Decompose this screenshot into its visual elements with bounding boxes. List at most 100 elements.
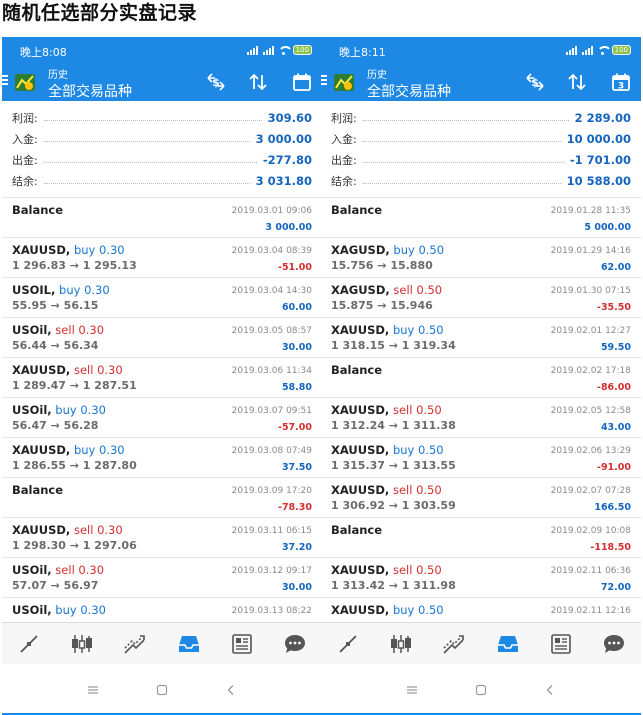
row-symbol: XAUUSD, sell 0.30 xyxy=(12,523,123,537)
history-row[interactable]: USOil, sell 0.30 56.44 → 56.34 2019.03.05 … xyxy=(2,317,322,357)
dotted-leader xyxy=(43,141,250,142)
history-row[interactable]: XAUUSD, sell 0.30 1 298.30 → 1 297.06 2019… xyxy=(2,517,322,557)
summary-row: 利润: 309.60 xyxy=(2,107,322,128)
history-row[interactable]: USOIL, buy 0.30 55.95 → 56.15 2019.03.04 1… xyxy=(2,277,322,317)
symbol-name: Balance xyxy=(331,363,383,377)
trade-side: sell 0.30 xyxy=(51,563,105,577)
history-row[interactable]: XAUUSD, sell 0.30 1 289.47 → 1 287.51 2019… xyxy=(2,357,322,397)
header-title[interactable]: 全部交易品种 xyxy=(367,81,451,101)
summary-label: 结余: xyxy=(331,174,357,188)
svg-text:$: $ xyxy=(531,76,539,89)
summary-label: 出金: xyxy=(12,153,38,167)
history-row[interactable]: Balance 2019.02.09 10:08 -118.50 xyxy=(321,517,641,557)
home-icon[interactable] xyxy=(474,683,488,697)
row-date: 2019.03.12 09:17 xyxy=(231,566,312,576)
history-list: Balance 2019.01.28 11:35 5 000.00 XAGUSD, b… xyxy=(321,197,641,637)
history-row[interactable]: Balance 2019.01.28 11:35 5 000.00 xyxy=(321,197,641,237)
history-row[interactable]: XAUUSD, sell 0.50 1 313.42 → 1 311.98 2019… xyxy=(321,557,641,597)
metatrader-logo-icon xyxy=(334,74,354,91)
history-row[interactable]: Balance 2019.03.01 09:06 3 000.00 xyxy=(2,197,322,237)
summary-value: 2 289.00 xyxy=(574,110,631,125)
battery-icon: 100 xyxy=(292,45,312,55)
sort-icon[interactable] xyxy=(565,70,589,94)
home-icon[interactable] xyxy=(155,683,169,697)
trade-icon[interactable] xyxy=(440,631,468,657)
summary-row: 入金: 10 000.00 xyxy=(321,128,641,149)
history-icon[interactable] xyxy=(494,631,522,657)
trade-side: buy 0.30 xyxy=(51,403,106,417)
history-row[interactable]: XAGUSD, buy 0.50 15.756 → 15.880 2019.01.2… xyxy=(321,237,641,277)
quotes-icon[interactable] xyxy=(334,631,362,657)
news-icon[interactable] xyxy=(228,631,256,657)
chat-icon[interactable] xyxy=(600,631,628,657)
history-row[interactable]: XAGUSD, sell 0.50 15.875 → 15.946 2019.01.… xyxy=(321,277,641,317)
history-row[interactable]: XAUUSD, buy 0.30 1 286.55 → 1 287.80 2019.… xyxy=(2,437,322,477)
dotted-leader xyxy=(43,183,250,184)
trade-side: buy 0.30 xyxy=(70,243,125,257)
chart-icon[interactable] xyxy=(387,631,415,657)
row-price: 1 318.15 → 1 319.34 xyxy=(331,339,456,352)
summary-label: 结余: xyxy=(12,174,38,188)
history-row[interactable]: Balance 2019.03.09 17:20 -78.30 xyxy=(2,477,322,517)
row-date: 2019.03.05 08:57 xyxy=(231,326,312,336)
summary-label: 入金: xyxy=(12,132,38,146)
summary-value: -1 701.00 xyxy=(569,152,631,167)
bottom-nav xyxy=(2,622,322,664)
currency-toggle-icon[interactable]: $ xyxy=(523,70,547,94)
history-row[interactable]: XAUUSD, buy 0.50 1 315.37 → 1 313.55 2019.… xyxy=(321,437,641,477)
history-row[interactable]: XAUUSD, buy 0.50 1 318.15 → 1 319.34 2019.… xyxy=(321,317,641,357)
recents-icon[interactable] xyxy=(86,683,100,697)
row-date: 2019.03.01 09:06 xyxy=(231,206,312,216)
chat-icon[interactable] xyxy=(281,631,309,657)
row-price: 1 286.55 → 1 287.80 xyxy=(12,459,137,472)
row-profit: 3 000.00 xyxy=(265,222,312,233)
status-icons: 100 xyxy=(565,44,631,56)
history-icon[interactable] xyxy=(175,631,203,657)
row-symbol: XAUUSD, sell 0.50 xyxy=(331,403,442,417)
symbol-name: XAUUSD, xyxy=(331,563,390,577)
header-title[interactable]: 全部交易品种 xyxy=(48,81,132,101)
row-symbol: USOil, buy 0.30 xyxy=(12,603,106,617)
back-icon[interactable] xyxy=(224,683,238,697)
system-nav-bar xyxy=(321,664,641,715)
summary-row: 利润: 2 289.00 xyxy=(321,107,641,128)
history-row[interactable]: Balance 2019.02.02 17:18 -86.00 xyxy=(321,357,641,397)
row-date: 2019.02.01 12:27 xyxy=(550,326,631,336)
symbol-name: USOil, xyxy=(12,603,52,617)
row-profit: -35.50 xyxy=(597,302,631,313)
history-row[interactable]: XAUUSD, sell 0.50 1 312.24 → 1 311.38 2019… xyxy=(321,397,641,437)
news-icon[interactable] xyxy=(547,631,575,657)
row-symbol: XAUUSD, buy 0.30 xyxy=(12,443,125,457)
back-icon[interactable] xyxy=(543,683,557,697)
row-price: 1 306.92 → 1 303.59 xyxy=(331,499,456,512)
calendar-icon[interactable]: 3 xyxy=(609,70,633,94)
row-price: 15.875 → 15.946 xyxy=(331,299,433,312)
menu-icon[interactable] xyxy=(321,75,328,86)
history-row[interactable]: XAUUSD, sell 0.50 1 306.92 → 1 303.59 2019… xyxy=(321,477,641,517)
menu-icon[interactable] xyxy=(2,75,9,86)
summary-row: 出金: -1 701.00 xyxy=(321,149,641,170)
phone-screenshot-right: 晚上8:11 100 历史 全部交易品种 $ 3 利润: 2 289.00 入金… xyxy=(321,37,641,715)
trade-icon[interactable] xyxy=(121,631,149,657)
header-subtitle: 历史 xyxy=(367,70,387,81)
row-date: 2019.03.11 06:15 xyxy=(231,526,312,536)
symbol-name: Balance xyxy=(331,523,383,537)
system-nav-bar xyxy=(2,664,322,715)
symbol-name: XAUUSD, xyxy=(12,363,71,377)
symbol-name: Balance xyxy=(12,203,64,217)
calendar-icon[interactable] xyxy=(290,70,314,94)
history-row[interactable]: USOil, sell 0.30 57.07 → 56.97 2019.03.12 … xyxy=(2,557,322,597)
currency-toggle-icon[interactable]: $ xyxy=(204,70,228,94)
history-row[interactable]: USOil, buy 0.30 56.47 → 56.28 2019.03.07 0… xyxy=(2,397,322,437)
symbol-name: XAUUSD, xyxy=(331,603,390,617)
symbol-name: XAUUSD, xyxy=(331,483,390,497)
quotes-icon[interactable] xyxy=(15,631,43,657)
summary-value: 10 588.00 xyxy=(566,173,631,188)
chart-icon[interactable] xyxy=(68,631,96,657)
summary-value: 309.60 xyxy=(267,110,312,125)
sort-icon[interactable] xyxy=(246,70,270,94)
row-profit: 30.00 xyxy=(281,582,312,593)
recents-icon[interactable] xyxy=(405,683,419,697)
history-row[interactable]: XAUUSD, buy 0.30 1 296.83 → 1 295.13 2019.… xyxy=(2,237,322,277)
row-symbol: USOil, sell 0.30 xyxy=(12,563,104,577)
